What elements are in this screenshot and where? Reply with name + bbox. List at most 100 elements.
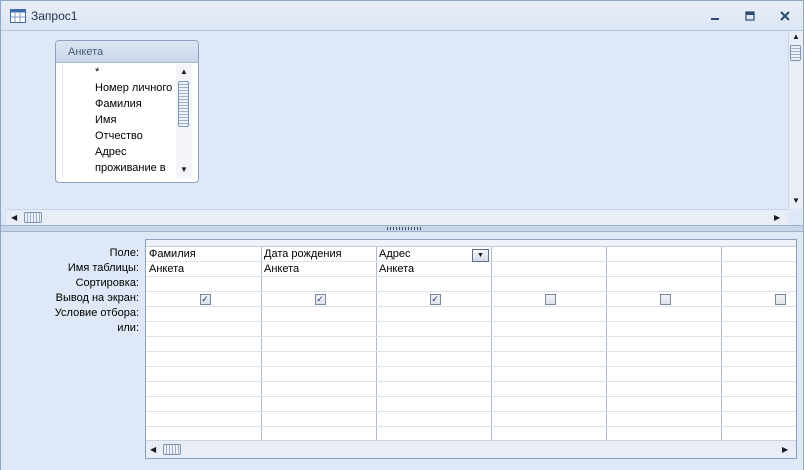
- show-checkbox[interactable]: [659, 293, 671, 305]
- column-selector[interactable]: [376, 240, 491, 247]
- table-area[interactable]: Анкета * Номер личного Фамилия Имя Отчес…: [7, 31, 788, 209]
- table-cell[interactable]: Анкета: [376, 262, 491, 277]
- scroll-right-icon[interactable]: ▶: [782, 446, 788, 454]
- show-checkbox[interactable]: [774, 293, 786, 305]
- empty-criteria-cell[interactable]: [606, 412, 721, 427]
- field-list-item[interactable]: Отчество: [63, 128, 176, 144]
- or-cell[interactable]: [376, 322, 491, 337]
- empty-criteria-cell[interactable]: [261, 412, 376, 427]
- empty-criteria-cell[interactable]: [721, 412, 796, 427]
- show-cell[interactable]: [606, 292, 721, 307]
- grid-column[interactable]: [491, 240, 607, 440]
- table-box-title[interactable]: Анкета: [56, 41, 198, 63]
- table-cell[interactable]: [606, 262, 721, 277]
- show-cell[interactable]: ✓: [146, 292, 261, 307]
- grid-column[interactable]: [606, 240, 722, 440]
- or-cell[interactable]: [606, 322, 721, 337]
- scroll-down-icon[interactable]: ▼: [180, 166, 188, 174]
- design-grid[interactable]: Фамилия Анкета ✓ Дата рождения Анкета ✓ Адрес А…: [145, 239, 797, 459]
- table-area-vscroll-thumb[interactable]: [790, 45, 801, 61]
- or-cell[interactable]: [146, 322, 261, 337]
- empty-criteria-cell[interactable]: [721, 367, 796, 382]
- field-cell[interactable]: Фамилия: [146, 247, 261, 262]
- table-cell[interactable]: [491, 262, 606, 277]
- scroll-left-icon[interactable]: ◀: [11, 214, 17, 222]
- empty-criteria-cell[interactable]: [606, 367, 721, 382]
- design-grid-hscroll-thumb[interactable]: [163, 444, 181, 455]
- empty-criteria-cell[interactable]: [261, 337, 376, 352]
- show-checkbox[interactable]: ✓: [314, 293, 326, 305]
- empty-criteria-cell[interactable]: [606, 352, 721, 367]
- field-list-item[interactable]: Адрес: [63, 144, 176, 160]
- field-list-item[interactable]: Имя: [63, 112, 176, 128]
- grid-column[interactable]: Фамилия Анкета ✓: [146, 240, 262, 440]
- column-selector[interactable]: [606, 240, 721, 247]
- sort-cell[interactable]: [376, 277, 491, 292]
- design-grid-hscrollbar[interactable]: ◀ ▶: [146, 440, 796, 458]
- empty-criteria-cell[interactable]: [146, 397, 261, 412]
- empty-criteria-cell[interactable]: [376, 367, 491, 382]
- empty-criteria-cell[interactable]: [261, 382, 376, 397]
- empty-criteria-cell[interactable]: [376, 352, 491, 367]
- column-selector[interactable]: [146, 240, 261, 247]
- field-cell[interactable]: [491, 247, 606, 262]
- empty-criteria-cell[interactable]: [491, 412, 606, 427]
- show-cell[interactable]: [491, 292, 606, 307]
- scroll-up-icon[interactable]: ▲: [180, 68, 188, 76]
- criteria-cell[interactable]: [606, 307, 721, 322]
- scroll-left-icon[interactable]: ◀: [150, 446, 156, 454]
- empty-criteria-cell[interactable]: [146, 352, 261, 367]
- or-cell[interactable]: [721, 322, 796, 337]
- maximize-button[interactable]: [742, 8, 758, 24]
- empty-criteria-cell[interactable]: [146, 412, 261, 427]
- empty-criteria-cell[interactable]: [491, 367, 606, 382]
- table-cell[interactable]: Анкета: [261, 262, 376, 277]
- empty-criteria-cell[interactable]: [146, 367, 261, 382]
- field-list-item[interactable]: Номер личного: [63, 80, 176, 96]
- show-cell[interactable]: ✓: [376, 292, 491, 307]
- empty-criteria-cell[interactable]: [261, 352, 376, 367]
- table-area-hscrollbar[interactable]: ◀ ▶: [7, 209, 788, 225]
- empty-criteria-cell[interactable]: [491, 397, 606, 412]
- field-dropdown-button[interactable]: ▼: [472, 249, 489, 262]
- table-area-vscrollbar[interactable]: ▲ ▼: [788, 31, 803, 209]
- column-selector[interactable]: [261, 240, 376, 247]
- empty-criteria-cell[interactable]: [491, 382, 606, 397]
- grid-column[interactable]: Дата рождения Анкета ✓: [261, 240, 377, 440]
- field-list[interactable]: * Номер личного Фамилия Имя Отчество Адр…: [62, 64, 176, 178]
- empty-criteria-cell[interactable]: [376, 412, 491, 427]
- show-cell[interactable]: [721, 292, 796, 307]
- field-list-item[interactable]: Фамилия: [63, 96, 176, 112]
- field-list-scroll-thumb[interactable]: [178, 81, 189, 127]
- empty-criteria-cell[interactable]: [721, 397, 796, 412]
- field-list-item[interactable]: *: [63, 64, 176, 80]
- empty-criteria-cell[interactable]: [721, 337, 796, 352]
- grid-column[interactable]: Адрес Анкета ✓ ▼: [376, 240, 492, 440]
- show-cell[interactable]: ✓: [261, 292, 376, 307]
- sort-cell[interactable]: [491, 277, 606, 292]
- scroll-right-icon[interactable]: ▶: [774, 214, 780, 222]
- or-cell[interactable]: [491, 322, 606, 337]
- empty-criteria-cell[interactable]: [491, 337, 606, 352]
- or-cell[interactable]: [261, 322, 376, 337]
- criteria-cell[interactable]: [146, 307, 261, 322]
- sort-cell[interactable]: [261, 277, 376, 292]
- empty-criteria-cell[interactable]: [146, 382, 261, 397]
- criteria-cell[interactable]: [721, 307, 796, 322]
- empty-criteria-cell[interactable]: [721, 382, 796, 397]
- field-list-scrollbar[interactable]: ▲ ▼: [176, 64, 192, 178]
- show-checkbox[interactable]: ✓: [429, 293, 441, 305]
- sort-cell[interactable]: [606, 277, 721, 292]
- table-area-hscroll-thumb[interactable]: [24, 212, 42, 223]
- pane-splitter[interactable]: [1, 225, 803, 232]
- splitter-grip-icon[interactable]: [387, 227, 423, 230]
- field-cell[interactable]: [721, 247, 796, 262]
- column-selector[interactable]: [721, 240, 796, 247]
- table-cell[interactable]: Анкета: [146, 262, 261, 277]
- field-cell[interactable]: [606, 247, 721, 262]
- empty-criteria-cell[interactable]: [606, 337, 721, 352]
- empty-criteria-cell[interactable]: [376, 382, 491, 397]
- minimize-button[interactable]: [707, 8, 723, 24]
- field-list-item[interactable]: проживание в: [63, 160, 176, 176]
- empty-criteria-cell[interactable]: [261, 367, 376, 382]
